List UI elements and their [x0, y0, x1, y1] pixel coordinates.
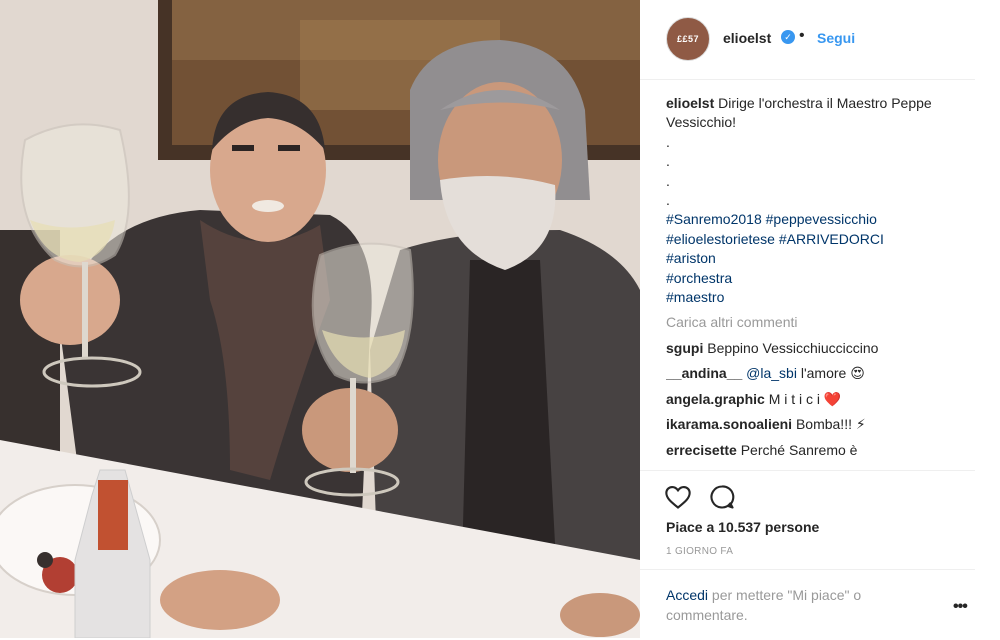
- post-side-panel: ££57 elioelst ✓ • Segui elioelst Dirige …: [640, 0, 1000, 638]
- photo-illustration: [0, 0, 640, 638]
- speech-bubble-icon[interactable]: [708, 483, 736, 511]
- login-prompt-row: Accedi per mettere "Mi piace" o commenta…: [640, 569, 975, 640]
- comment-item: angela.graphic M i t i c i ❤️: [666, 390, 962, 409]
- comment-item: sgupi Beppino Vessicchiucciccino: [666, 339, 962, 358]
- comment-item: ikarama.sonoalieni Bomba!!! ⚡: [666, 415, 962, 434]
- comment-username[interactable]: angela.graphic: [666, 391, 765, 407]
- post-actions: Piace a 10.537 persone 1 GIORNO FA Acced…: [640, 470, 975, 639]
- comment-text: l'amore 😍: [800, 365, 865, 382]
- likes-count[interactable]: Piace a 10.537 persone: [666, 519, 819, 535]
- comment-text: Perché Sanremo è: [740, 441, 858, 458]
- caption-dot: .: [666, 153, 670, 170]
- hashtag-line[interactable]: #ariston: [666, 249, 962, 268]
- comment-username[interactable]: __andina__: [666, 365, 742, 381]
- caption-dot: .: [666, 172, 670, 189]
- comment-text: M i t i c i ❤️: [768, 390, 842, 407]
- post-timestamp[interactable]: 1 GIORNO FA: [666, 546, 733, 557]
- post-header: ££57 elioelst ✓ • Segui: [640, 0, 975, 80]
- speech-bubble-icon-svg: [710, 485, 735, 509]
- comment-username[interactable]: errecisette: [666, 442, 737, 458]
- author-username[interactable]: elioelst: [723, 30, 771, 46]
- hashtag-line[interactable]: #Sanremo2018 #peppevessicchio: [666, 210, 962, 229]
- header-separator: •: [799, 27, 805, 44]
- hashtag-line[interactable]: #orchestra: [666, 269, 962, 288]
- login-prompt: Accedi per mettere "Mi piace" o commenta…: [666, 586, 916, 625]
- caption-dot: .: [666, 192, 670, 209]
- comment-item: __andina__ @la_sbi l'amore 😍: [666, 364, 962, 383]
- avatar-label: ££57: [676, 34, 700, 44]
- comment-username[interactable]: sgupi: [666, 340, 703, 356]
- hashtag-line[interactable]: #elioelestorietese #ARRIVEDORCI: [666, 230, 962, 249]
- comment-username[interactable]: ikarama.sonoalieni: [666, 416, 792, 432]
- comments-list[interactable]: elioelst Dirige l'orchestra il Maestro P…: [666, 94, 962, 470]
- load-more-comments-button[interactable]: Carica altri commenti: [666, 313, 962, 332]
- heart-outline-icon[interactable]: [664, 483, 692, 511]
- author-avatar[interactable]: ££57: [666, 17, 710, 61]
- verified-badge-icon: ✓: [781, 30, 795, 44]
- comment-mention[interactable]: @la_sbi: [746, 365, 797, 381]
- caption-username[interactable]: elioelst: [666, 95, 714, 111]
- caption-dot: .: [666, 133, 670, 150]
- more-options-icon[interactable]: •••: [953, 598, 968, 616]
- caption: elioelst Dirige l'orchestra il Maestro P…: [666, 94, 962, 307]
- follow-button[interactable]: Segui: [817, 30, 855, 46]
- comment-text: Beppino Vessicchiucciccino: [707, 339, 879, 356]
- hashtag-line[interactable]: #maestro: [666, 288, 962, 307]
- heart-outline-icon-svg: [665, 486, 691, 509]
- comment-text: Bomba!!! ⚡: [795, 416, 866, 433]
- login-link[interactable]: Accedi: [666, 587, 708, 603]
- post-photo[interactable]: [0, 0, 640, 638]
- comment-item: errecisette Perché Sanremo è: [666, 441, 962, 460]
